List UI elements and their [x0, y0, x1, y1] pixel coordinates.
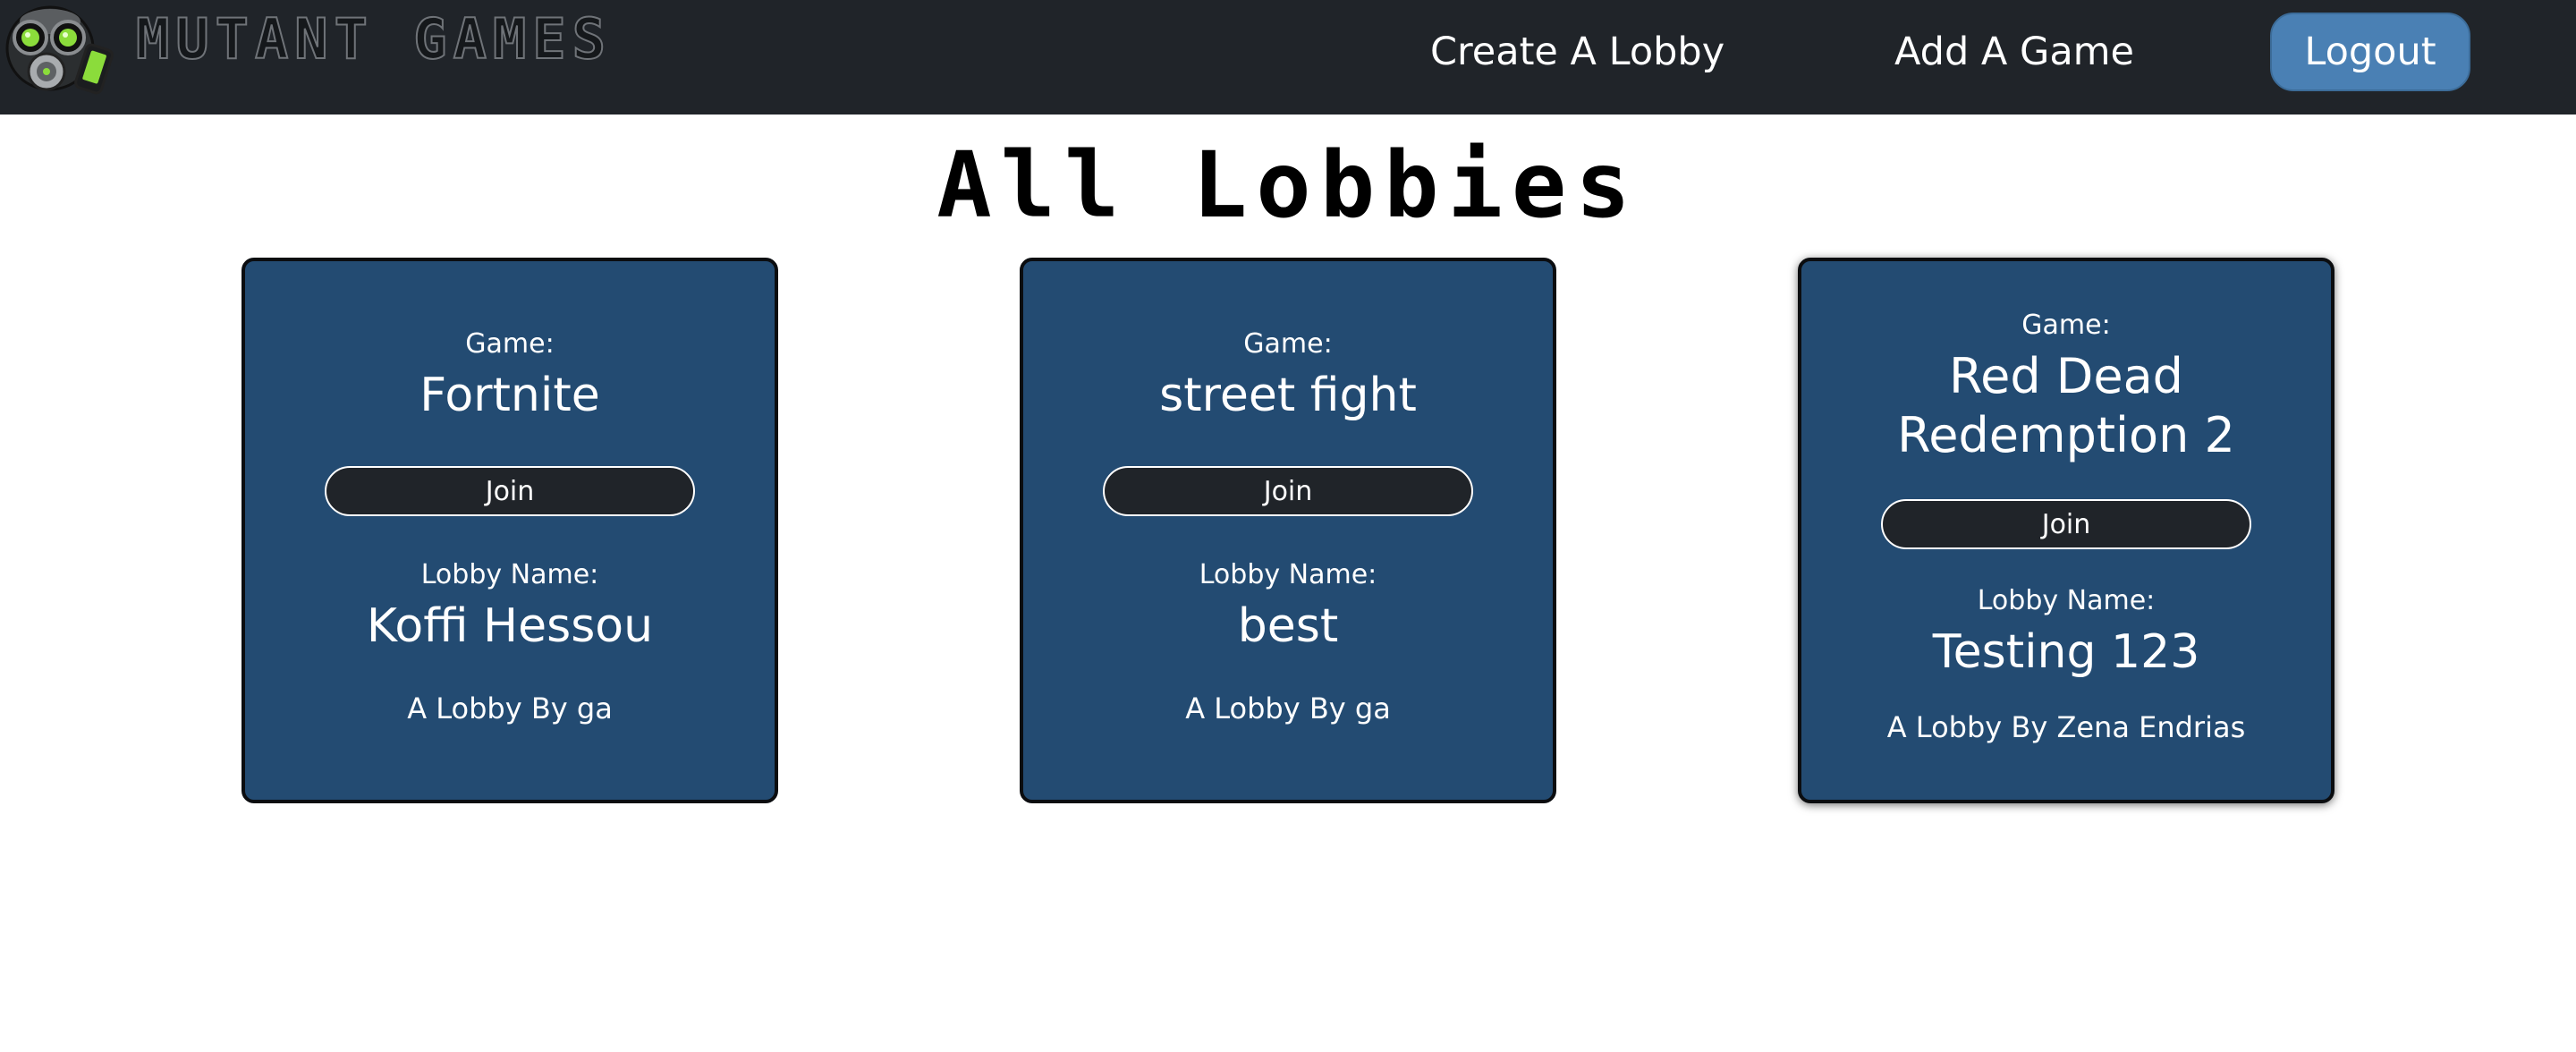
lobby-name: best — [1237, 599, 1339, 653]
lobby-name-label: Lobby Name: — [1199, 559, 1377, 590]
lobby-name: Koffi Hessou — [366, 599, 654, 653]
lobby-card: Game: Red Dead Redemption 2 Join Lobby N… — [1798, 258, 2334, 803]
game-label: Game: — [1243, 328, 1333, 360]
game-name: Red Dead Redemption 2 — [1897, 348, 2235, 463]
logout-button[interactable]: Logout — [2270, 13, 2470, 91]
game-label: Game: — [2021, 310, 2111, 341]
lobby-card: Game: Fortnite Join Lobby Name: Koffi He… — [242, 258, 778, 803]
lobby-name: Testing 123 — [1932, 625, 2200, 679]
lobby-name-label: Lobby Name: — [420, 559, 599, 590]
nav-create-lobby-link[interactable]: Create A Lobby — [1430, 25, 1724, 79]
join-button[interactable]: Join — [1103, 466, 1473, 516]
join-button[interactable]: Join — [325, 466, 695, 516]
lobby-card: Game: street fight Join Lobby Name: best… — [1020, 258, 1556, 803]
lobby-name-label: Lobby Name: — [1977, 585, 2156, 616]
brand-name: MUTANT GAMES — [135, 5, 612, 72]
page-title: All Lobbies — [936, 132, 1640, 239]
game-name: Fortnite — [419, 369, 600, 422]
lobby-owner: A Lobby By ga — [1185, 691, 1391, 725]
lobby-owner: A Lobby By Zena Endrias — [1886, 710, 2246, 744]
top-navbar: MUTANT GAMES Create A Lobby Add A Game L… — [0, 0, 2576, 115]
game-label: Game: — [465, 328, 555, 360]
gas-mask-logo-icon[interactable] — [4, 4, 114, 100]
join-button[interactable]: Join — [1881, 499, 2251, 549]
lobby-owner: A Lobby By ga — [407, 691, 613, 725]
nav-add-game-link[interactable]: Add A Game — [1894, 25, 2134, 79]
game-name: street fight — [1159, 369, 1417, 422]
